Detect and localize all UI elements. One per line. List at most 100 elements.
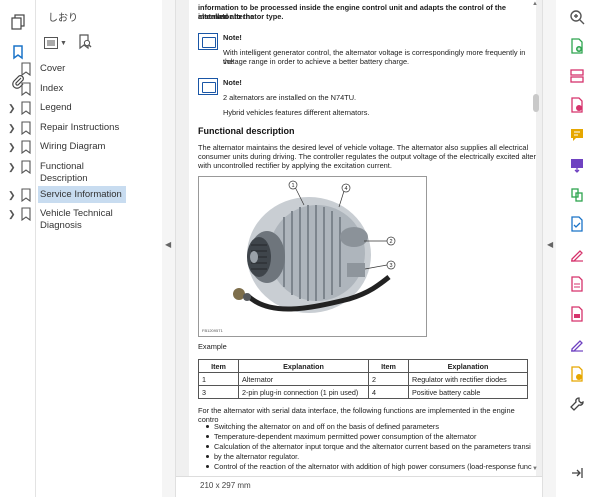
bookmark-icon xyxy=(21,120,31,135)
compress-button[interactable] xyxy=(568,186,586,204)
page-size-label: 210 x 297 mm xyxy=(200,481,251,490)
callout-2: 2 xyxy=(389,239,392,245)
bookmark-item-index[interactable]: Index xyxy=(0,80,162,100)
table-cell: 4 xyxy=(368,385,409,399)
table-cell: Regulator with rectifier diodes xyxy=(408,372,528,386)
vertical-scrollbar[interactable]: ▲ ▼ xyxy=(532,0,540,476)
chevron-right-icon[interactable]: ❯ xyxy=(8,209,18,220)
list-item: by the alternator regulator. xyxy=(206,452,536,461)
bookmark-icon xyxy=(21,62,31,76)
new-bookmark-search-button[interactable] xyxy=(78,34,94,52)
alternator-figure: 1 2 3 4 FB12095T1 xyxy=(198,176,427,337)
table-cell: Alternator xyxy=(238,372,369,386)
note-text: 2 alternators are installed on the N74TU… xyxy=(223,93,357,102)
table-cell: 2 xyxy=(368,372,409,386)
list-item: Switching the alternator on and off on t… xyxy=(206,422,536,431)
bookmark-label: Functional Description xyxy=(40,160,88,184)
table-row: 1 Alternator 2 Regulator with rectifier … xyxy=(198,372,528,386)
note-text: Hybrid vehicles features different alter… xyxy=(223,108,370,117)
scroll-up-icon[interactable]: ▲ xyxy=(532,1,538,7)
fill-sign-icon xyxy=(571,250,583,262)
organize-pages-button[interactable] xyxy=(568,67,586,85)
document-viewport[interactable]: information to be processed inside the e… xyxy=(176,0,542,476)
request-signature-button[interactable] xyxy=(568,335,586,353)
zoom-tool-button[interactable] xyxy=(568,8,586,26)
note-icon xyxy=(198,33,218,50)
send-review-icon xyxy=(571,366,583,382)
chevron-right-icon[interactable]: ❯ xyxy=(8,123,18,134)
scroll-thumb[interactable] xyxy=(533,94,539,112)
bookmark-item-cover[interactable]: Cover xyxy=(0,60,162,80)
note-text: voltage range in order to achieve a bett… xyxy=(223,57,410,66)
pages-thumbnail-button[interactable] xyxy=(7,11,29,33)
chevron-right-icon[interactable]: ❯ xyxy=(8,103,18,114)
more-tools-button[interactable] xyxy=(568,395,586,413)
scroll-down-icon[interactable]: ▼ xyxy=(532,466,538,472)
bookmark-options-menu[interactable]: ▼ xyxy=(44,34,70,52)
table-cell: Positive battery cable xyxy=(408,385,528,399)
compress-icon xyxy=(571,188,583,202)
callout-4: 4 xyxy=(344,186,347,192)
bookmark-item-functional-description[interactable]: ❯ Functional Description xyxy=(0,158,162,186)
protect-button[interactable] xyxy=(568,305,586,323)
right-tool-rail xyxy=(556,0,600,497)
left-panel-splitter[interactable]: ◀ xyxy=(162,0,176,497)
note-icon xyxy=(198,78,218,95)
body-text-line: The alternator maintains the desired lev… xyxy=(198,143,529,152)
bookmark-item-repair-instructions[interactable]: ❯ Repair Instructions xyxy=(0,119,162,139)
table-cell: 2-pin plug-in connection (1 pin used) xyxy=(238,385,369,399)
bookmark-label: Vehicle Technical Diagnosis xyxy=(40,208,113,231)
bookmark-item-legend[interactable]: ❯ Legend xyxy=(0,99,162,119)
protect-icon xyxy=(571,306,583,322)
bookmark-label: Service Information xyxy=(38,185,126,203)
zoom-in-icon xyxy=(570,10,585,25)
bookmark-label: Cover xyxy=(40,63,66,74)
table-header-row: Item Explanation Item Explanation xyxy=(198,359,528,373)
column-header: Explanation xyxy=(238,359,369,373)
bookmark-search-icon xyxy=(79,34,92,50)
pdf-page: information to be processed inside the e… xyxy=(189,0,536,476)
bookmark-item-vehicle-technical-diagnosis[interactable]: ❯ Vehicle Technical Diagnosis xyxy=(0,205,162,233)
note-title: Note! xyxy=(223,33,242,42)
callout-3: 3 xyxy=(389,263,392,269)
collapse-tools-button[interactable] xyxy=(568,464,586,482)
example-label: Example xyxy=(198,342,227,351)
bookmark-icon xyxy=(21,140,31,154)
pages-icon xyxy=(11,14,25,30)
list-item: Temperature-dependent maximum permitted … xyxy=(206,432,536,441)
column-header: Item xyxy=(368,359,409,373)
right-panel-splitter[interactable]: ◀ xyxy=(542,0,556,497)
table-cell: 1 xyxy=(198,372,239,386)
collapse-right-icon[interactable]: ◀ xyxy=(547,240,553,249)
signature-icon xyxy=(571,340,583,352)
send-for-review-button[interactable] xyxy=(568,365,586,383)
column-header: Item xyxy=(198,359,239,373)
note-title: Note! xyxy=(223,78,242,87)
list-item: Control of the reaction of the alternato… xyxy=(206,462,536,471)
bookmark-icon xyxy=(21,159,31,174)
bookmarks-toolbar: ▼ xyxy=(44,33,94,53)
page-size-indicator: 210 x 297 mm xyxy=(176,476,542,497)
edit-pdf-button[interactable] xyxy=(568,275,586,293)
fill-sign-button[interactable] xyxy=(568,245,586,263)
chevron-right-icon[interactable]: ❯ xyxy=(8,142,18,153)
organize-pages-icon xyxy=(570,69,584,83)
bookmark-item-wiring-diagram[interactable]: ❯ Wiring Diagram xyxy=(0,138,162,158)
collapse-left-icon[interactable]: ◀ xyxy=(165,240,171,249)
bookmark-label: Wiring Diagram xyxy=(40,141,106,152)
comment-button[interactable] xyxy=(568,126,586,144)
list-options-icon xyxy=(44,37,58,49)
column-header: Explanation xyxy=(408,359,528,373)
bookmark-item-service-information[interactable]: ❯ Service Information xyxy=(0,185,162,206)
body-text-line: with uncontrolled rectifier by applying … xyxy=(198,161,392,170)
chevron-right-icon[interactable]: ❯ xyxy=(8,162,18,173)
chevron-right-icon[interactable]: ❯ xyxy=(8,190,18,201)
bookmark-label: Index xyxy=(40,82,64,94)
collapse-right-panel-icon xyxy=(572,468,583,478)
enhance-scan-button[interactable] xyxy=(568,215,586,233)
wrench-icon xyxy=(570,397,584,411)
export-pdf-button[interactable] xyxy=(568,96,586,114)
create-pdf-button[interactable] xyxy=(568,37,586,55)
combine-files-button[interactable] xyxy=(568,156,586,174)
function-bullet-list: Switching the alternator on and off on t… xyxy=(206,422,536,472)
